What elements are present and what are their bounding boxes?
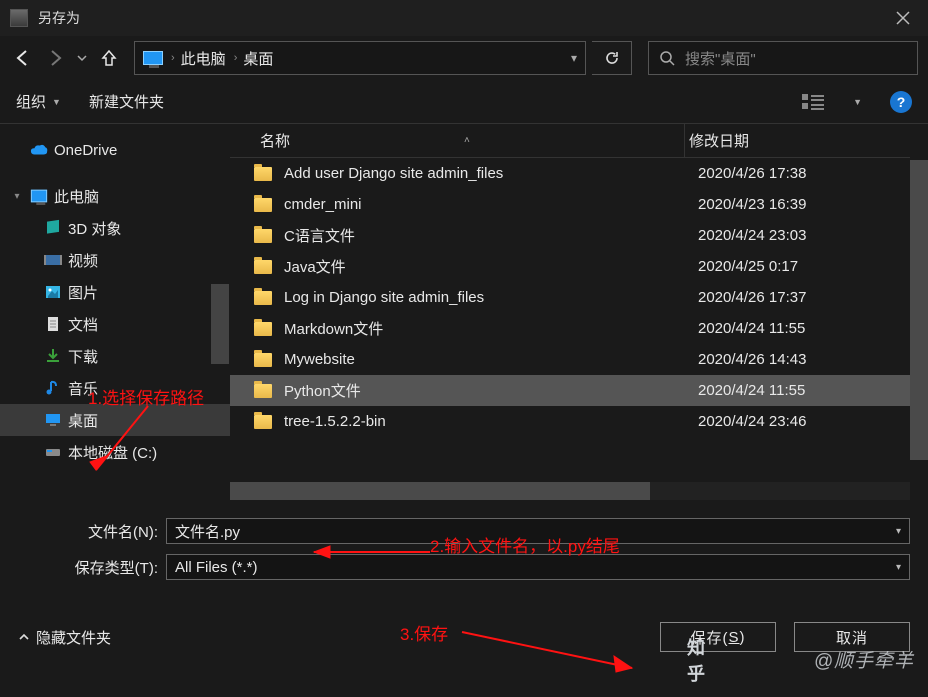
- chevron-up-icon: [18, 631, 30, 643]
- sidebar-item-4[interactable]: 下载: [0, 340, 230, 372]
- folder-type-icon: [44, 251, 62, 269]
- file-name: Java文件: [284, 256, 698, 277]
- folder-type-icon: [44, 315, 62, 333]
- thispc-icon: [143, 51, 163, 65]
- search-placeholder: 搜索"桌面": [685, 48, 756, 69]
- file-date: 2020/4/24 23:03: [698, 227, 928, 244]
- sidebar-item-3[interactable]: 文档: [0, 308, 230, 340]
- file-name: C语言文件: [284, 225, 698, 246]
- vertical-scrollbar[interactable]: [910, 124, 928, 500]
- folder-type-icon: [44, 443, 62, 461]
- file-name: Log in Django site admin_files: [284, 289, 698, 306]
- sidebar-item-0[interactable]: 3D 对象: [0, 212, 230, 244]
- folder-type-icon: [44, 219, 62, 237]
- file-date: 2020/4/24 11:55: [698, 382, 928, 399]
- folder-type-icon: [44, 379, 62, 397]
- file-date: 2020/4/26 14:43: [698, 351, 928, 368]
- file-name: Markdown文件: [284, 318, 698, 339]
- organize-menu[interactable]: 组织 ▼: [16, 91, 61, 112]
- file-row[interactable]: Mywebsite 2020/4/26 14:43: [230, 344, 928, 375]
- address-bar[interactable]: ›此电脑 ›桌面 ▾: [134, 41, 586, 75]
- hide-folders-toggle[interactable]: 隐藏文件夹: [18, 627, 111, 648]
- search-input[interactable]: 搜索"桌面": [648, 41, 918, 75]
- breadcrumb-root[interactable]: 此电脑: [181, 48, 226, 69]
- nav-back-button[interactable]: [10, 45, 36, 71]
- file-row[interactable]: Python文件 2020/4/24 11:55: [230, 375, 928, 406]
- file-row[interactable]: cmder_mini 2020/4/23 16:39: [230, 189, 928, 220]
- window-title: 另存为: [38, 8, 882, 28]
- column-date[interactable]: 修改日期: [684, 124, 928, 157]
- folder-icon: [254, 167, 272, 181]
- folder-type-icon: [44, 347, 62, 365]
- file-date: 2020/4/25 0:17: [698, 258, 928, 275]
- app-icon: [10, 9, 28, 27]
- save-button[interactable]: 保存(S): [660, 622, 776, 652]
- zhihu-logo: 知乎: [687, 647, 713, 673]
- file-date: 2020/4/26 17:37: [698, 289, 928, 306]
- folder-icon: [254, 198, 272, 212]
- folder-icon: [254, 384, 272, 398]
- file-name: Mywebsite: [284, 351, 698, 368]
- folder-icon: [254, 260, 272, 274]
- column-header: 名称 ˄ 修改日期: [230, 124, 928, 158]
- folder-icon: [254, 415, 272, 429]
- nav-forward-button[interactable]: [42, 45, 68, 71]
- view-dropdown-icon[interactable]: ▼: [853, 97, 862, 107]
- horizontal-scrollbar[interactable]: [230, 482, 928, 500]
- file-row[interactable]: Java文件 2020/4/25 0:17: [230, 251, 928, 282]
- file-name: tree-1.5.2.2-bin: [284, 413, 698, 430]
- sort-asc-icon: ˄: [464, 135, 470, 146]
- file-date: 2020/4/24 23:46: [698, 413, 928, 430]
- file-row[interactable]: Markdown文件 2020/4/24 11:55: [230, 313, 928, 344]
- sidebar-item-1[interactable]: 视频: [0, 244, 230, 276]
- sidebar: OneDrive ▾ 此电脑 3D 对象视频图片文档下载音乐桌面本地磁盘 (C:…: [0, 124, 230, 500]
- file-date: 2020/4/26 17:38: [698, 165, 928, 182]
- folder-icon: [254, 291, 272, 305]
- file-row[interactable]: Add user Django site admin_files 2020/4/…: [230, 158, 928, 189]
- file-row[interactable]: Log in Django site admin_files 2020/4/26…: [230, 282, 928, 313]
- close-icon[interactable]: [882, 3, 924, 33]
- address-dropdown-icon[interactable]: ▾: [571, 51, 577, 65]
- chevron-down-icon: ▼: [52, 97, 61, 107]
- file-name: cmder_mini: [284, 196, 698, 213]
- refresh-button[interactable]: [592, 41, 632, 75]
- thispc-icon: [30, 187, 48, 205]
- folder-icon: [254, 353, 272, 367]
- sidebar-item-6[interactable]: 桌面: [0, 404, 230, 436]
- folder-type-icon: [44, 411, 62, 429]
- sidebar-item-7[interactable]: 本地磁盘 (C:): [0, 436, 230, 468]
- new-folder-button[interactable]: 新建文件夹: [89, 91, 164, 112]
- folder-icon: [254, 322, 272, 336]
- filename-input[interactable]: 文件名.py ▾: [166, 518, 910, 544]
- chevron-down-icon[interactable]: ▾: [896, 562, 901, 573]
- view-mode-button[interactable]: [801, 90, 825, 114]
- nav-history-dropdown[interactable]: [74, 45, 90, 71]
- sidebar-scrollbar[interactable]: [211, 284, 229, 364]
- file-date: 2020/4/23 16:39: [698, 196, 928, 213]
- file-list: Add user Django site admin_files 2020/4/…: [230, 158, 928, 480]
- column-name[interactable]: 名称 ˄: [254, 130, 684, 151]
- file-name: Add user Django site admin_files: [284, 165, 698, 182]
- watermark: @顺手牵羊: [814, 646, 914, 673]
- breadcrumb-current[interactable]: 桌面: [243, 48, 273, 69]
- sidebar-item-thispc[interactable]: ▾ 此电脑: [0, 180, 230, 212]
- filename-label: 文件名(N):: [18, 521, 166, 542]
- file-name: Python文件: [284, 380, 698, 401]
- sidebar-item-2[interactable]: 图片: [0, 276, 230, 308]
- chevron-down-icon[interactable]: ▾: [896, 526, 901, 537]
- file-row[interactable]: C语言文件 2020/4/24 23:03: [230, 220, 928, 251]
- sidebar-item-5[interactable]: 音乐: [0, 372, 230, 404]
- search-icon: [659, 50, 675, 66]
- filetype-label: 保存类型(T):: [18, 557, 166, 578]
- folder-type-icon: [44, 283, 62, 301]
- filetype-select[interactable]: All Files (*.*) ▾: [166, 554, 910, 580]
- file-row[interactable]: tree-1.5.2.2-bin 2020/4/24 23:46: [230, 406, 928, 437]
- onedrive-icon: [30, 141, 48, 159]
- sidebar-item-onedrive[interactable]: OneDrive: [0, 134, 230, 166]
- nav-up-button[interactable]: [96, 45, 122, 71]
- folder-icon: [254, 229, 272, 243]
- file-date: 2020/4/24 11:55: [698, 320, 928, 337]
- help-button[interactable]: ?: [890, 91, 912, 113]
- chevron-down-icon[interactable]: ▾: [10, 191, 24, 202]
